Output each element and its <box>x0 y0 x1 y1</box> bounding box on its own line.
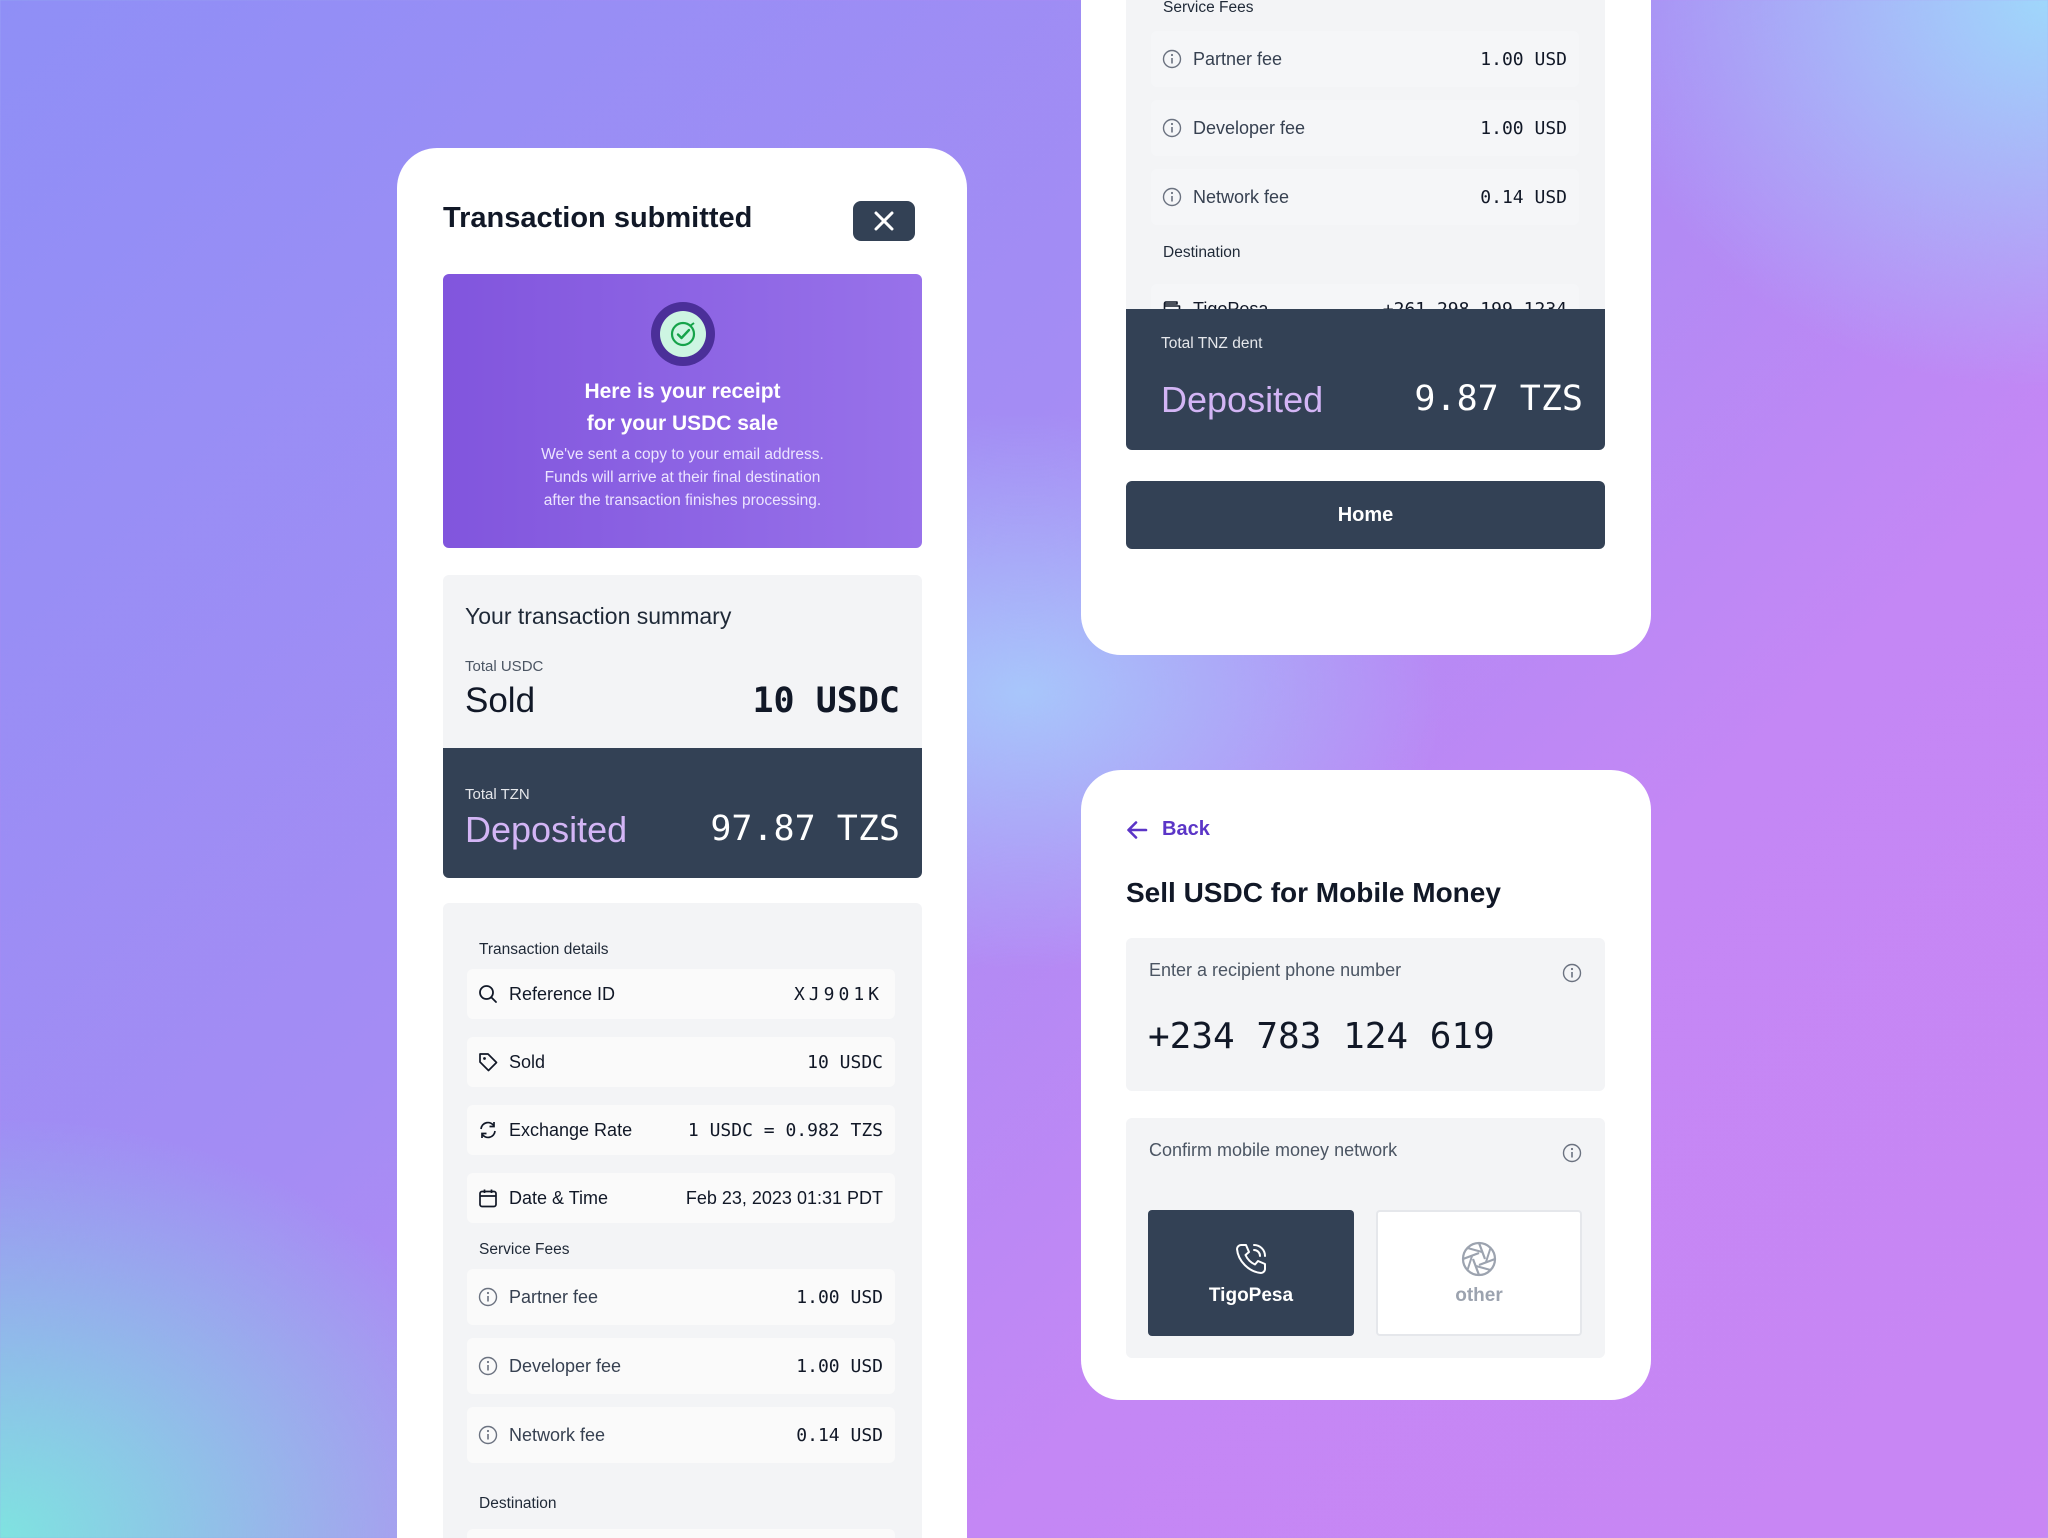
info-icon[interactable] <box>477 1355 499 1377</box>
tag-icon <box>477 1051 499 1073</box>
fee-row-developer: Developer fee 1.00 USD <box>1151 100 1579 156</box>
deposited-value: 97.87 TZS <box>710 809 900 849</box>
network-field-group: Confirm mobile money network TigoPesa ot… <box>1126 1118 1605 1358</box>
deposit-total-label: Total TZN <box>465 786 530 803</box>
network-option-other[interactable]: other <box>1376 1210 1582 1336</box>
aperture-icon <box>1461 1241 1497 1277</box>
sold-value: 10 USDC <box>752 681 900 721</box>
fee-row-developer: Developer fee 1.00 USD <box>467 1338 895 1394</box>
fee-label: Developer fee <box>1193 117 1306 138</box>
transaction-summary: Your transaction summary Total USDC Sold… <box>443 575 922 878</box>
fee-value: 1.00 USD <box>796 1286 883 1308</box>
detail-label: Sold <box>509 1051 546 1072</box>
page-title: Sell USDC for Mobile Money <box>1126 877 1501 908</box>
network-label: Confirm mobile money network <box>1149 1140 1398 1160</box>
service-fees-label: Service Fees <box>1163 0 1254 16</box>
phone-label: Enter a recipient phone number <box>1149 960 1402 980</box>
info-icon[interactable] <box>1161 186 1183 208</box>
fee-label: Network fee <box>509 1424 606 1445</box>
fee-row-network: Network fee 0.14 USD <box>1151 169 1579 225</box>
fee-value: 1.00 USD <box>1480 117 1567 139</box>
fee-label: Developer fee <box>509 1355 622 1376</box>
banner-text-line3: after the transaction finishes processin… <box>543 492 822 509</box>
destination-label: Destination <box>1163 244 1241 261</box>
fee-row-partner: Partner fee 1.00 USD <box>1151 31 1579 87</box>
detail-value: Feb 23, 2023 01:31 PDT <box>685 1187 883 1208</box>
deposit-total-label: Total TNZ dent <box>1161 335 1263 352</box>
calendar-icon <box>477 1187 499 1209</box>
fee-label: Network fee <box>1193 186 1290 207</box>
details-section-label: Transaction details <box>479 941 609 958</box>
detail-label: Reference ID <box>509 983 616 1004</box>
fee-row-network: Network fee 0.14 USD <box>467 1407 895 1463</box>
receipt-title: Transaction submitted <box>443 202 753 234</box>
detail-value: 10 USDC <box>807 1051 883 1073</box>
receipt-card: Transaction submitted Here is your recei… <box>397 148 967 1538</box>
detail-row-reference: Reference ID XJ901K <box>467 969 895 1019</box>
fees-card: Service Fees Partner fee 1.00 USD Develo… <box>1081 0 1651 655</box>
service-fees-label: Service Fees <box>479 1241 570 1258</box>
detail-label: Date & Time <box>509 1187 609 1208</box>
phone-field-group: Enter a recipient phone number <box>1126 938 1605 1091</box>
back-button[interactable]: Back <box>1126 818 1210 841</box>
transaction-details: Transaction details Reference ID XJ901K … <box>443 903 922 1538</box>
summary-title: Your transaction summary <box>465 603 732 629</box>
banner-text-line2: Funds will arrive at their final destina… <box>544 469 821 486</box>
info-icon[interactable] <box>1161 117 1183 139</box>
deposit-band: Total TNZ dent Deposited 9.87 TZS <box>1126 309 1605 450</box>
sold-total-label: Total USDC <box>465 658 544 675</box>
detail-row-sold: Sold 10 USDC <box>467 1037 895 1087</box>
receipt-banner: Here is your receipt for your USDC sale … <box>443 274 922 548</box>
deposited-value: 9.87 TZS <box>1414 379 1583 419</box>
deposited-word: Deposited <box>1161 379 1324 420</box>
destination-label: Destination <box>479 1495 557 1512</box>
fee-row-partner: Partner fee 1.00 USD <box>467 1269 895 1325</box>
info-icon[interactable] <box>1561 962 1583 984</box>
home-button[interactable]: Home <box>1126 481 1605 549</box>
destination-row-placeholder <box>467 1529 895 1538</box>
refresh-icon <box>477 1119 499 1141</box>
phone-input[interactable] <box>1148 1016 1578 1057</box>
fee-label: Partner fee <box>509 1286 599 1307</box>
network-option-label: TigoPesa <box>1208 1285 1294 1306</box>
detail-value: 1 USDC = 0.982 TZS <box>687 1119 883 1141</box>
detail-value: XJ901K <box>793 983 883 1005</box>
detail-row-date-time: Date & Time Feb 23, 2023 01:31 PDT <box>467 1173 895 1223</box>
phone-call-icon <box>1236 1244 1266 1274</box>
fee-label: Partner fee <box>1193 48 1283 69</box>
close-icon <box>874 211 894 231</box>
back-label: Back <box>1162 818 1210 840</box>
deposited-word: Deposited <box>465 809 628 850</box>
close-button[interactable] <box>853 201 915 241</box>
info-icon[interactable] <box>1561 1142 1583 1164</box>
fee-value: 0.14 USD <box>796 1424 883 1446</box>
sold-word: Sold <box>465 681 536 720</box>
info-icon[interactable] <box>1161 48 1183 70</box>
banner-title-line1: Here is your receipt <box>584 380 781 403</box>
banner-text-line1: We've sent a copy to your email address. <box>541 446 824 463</box>
info-icon[interactable] <box>477 1424 499 1446</box>
detail-row-exchange-rate: Exchange Rate 1 USDC = 0.982 TZS <box>467 1105 895 1155</box>
fee-value: 0.14 USD <box>1480 186 1567 208</box>
network-option-tigopesa[interactable]: TigoPesa <box>1148 1210 1354 1336</box>
detail-label: Exchange Rate <box>509 1119 633 1140</box>
search-icon <box>477 983 499 1005</box>
check-circle-icon <box>670 321 696 347</box>
check-badge <box>651 302 715 366</box>
sell-card: Back Sell USDC for Mobile Money Enter a … <box>1081 770 1651 1400</box>
deposit-band: Total TZN Deposited 97.87 TZS <box>443 748 922 878</box>
fee-value: 1.00 USD <box>1480 48 1567 70</box>
fee-value: 1.00 USD <box>796 1355 883 1377</box>
info-icon[interactable] <box>477 1286 499 1308</box>
banner-title-line2: for your USDC sale <box>586 412 779 435</box>
network-option-label: other <box>1455 1285 1503 1306</box>
arrow-left-icon <box>1127 820 1148 839</box>
